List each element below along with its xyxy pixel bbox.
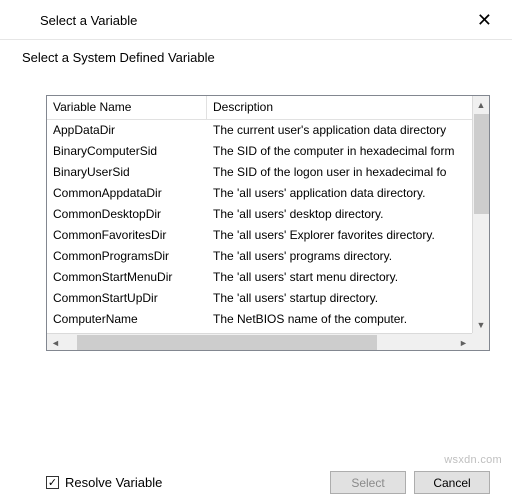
- variable-listview[interactable]: Variable Name Description AppDataDir The…: [46, 95, 490, 351]
- cell-variable-description: The SID of the logon user in hexadecimal…: [207, 162, 472, 183]
- column-header-name[interactable]: Variable Name: [47, 96, 207, 119]
- scroll-right-arrow-icon[interactable]: ►: [455, 334, 472, 351]
- cell-variable-description: The SID of the computer in hexadecimal f…: [207, 141, 472, 162]
- watermark-text: wsxdn.com: [444, 454, 502, 466]
- cell-variable-name: BinaryComputerSid: [47, 141, 207, 162]
- dialog-subheading: Select a System Defined Variable: [0, 40, 512, 65]
- vertical-scrollbar[interactable]: ▲ ▼: [472, 96, 489, 333]
- checkmark-icon: ✓: [46, 476, 59, 489]
- table-row[interactable]: ComputerName The NetBIOS name of the com…: [47, 309, 472, 330]
- cell-variable-description: The 'all users' programs directory.: [207, 246, 472, 267]
- horizontal-scrollbar[interactable]: ◄ ►: [47, 333, 472, 350]
- table-row[interactable]: CommonDesktopDir The 'all users' desktop…: [47, 204, 472, 225]
- scroll-left-arrow-icon[interactable]: ◄: [47, 334, 64, 351]
- table-row[interactable]: CommonProgramsDir The 'all users' progra…: [47, 246, 472, 267]
- table-row[interactable]: BinaryUserSid The SID of the logon user …: [47, 162, 472, 183]
- listview-header: Variable Name Description: [47, 96, 472, 120]
- dialog-titlebar: Select a Variable ✕: [0, 0, 512, 37]
- cell-variable-description: The NetBIOS name of the computer.: [207, 309, 472, 330]
- scroll-up-arrow-icon[interactable]: ▲: [473, 96, 489, 113]
- cell-variable-description: The current user's application data dire…: [207, 120, 472, 141]
- select-button: Select: [330, 471, 406, 494]
- cell-variable-name: BinaryUserSid: [47, 162, 207, 183]
- horizontal-scroll-thumb[interactable]: [77, 335, 377, 350]
- table-row[interactable]: CommonAppdataDir The 'all users' applica…: [47, 183, 472, 204]
- resolve-variable-checkbox[interactable]: ✓ Resolve Variable: [46, 475, 162, 490]
- cell-variable-description: The 'all users' start menu directory.: [207, 267, 472, 288]
- cell-variable-name: ComputerName: [47, 309, 207, 330]
- cell-variable-description: The 'all users' application data directo…: [207, 183, 472, 204]
- button-label: Cancel: [433, 476, 470, 490]
- vertical-scroll-thumb[interactable]: [474, 114, 489, 214]
- table-row[interactable]: CommonStartUpDir The 'all users' startup…: [47, 288, 472, 309]
- scroll-corner: [472, 333, 489, 350]
- column-header-description[interactable]: Description: [207, 96, 472, 119]
- table-row[interactable]: CommonStartMenuDir The 'all users' start…: [47, 267, 472, 288]
- cell-variable-description: The 'all users' Explorer favorites direc…: [207, 225, 472, 246]
- cell-variable-description: The 'all users' desktop directory.: [207, 204, 472, 225]
- checkbox-label: Resolve Variable: [65, 475, 162, 490]
- cell-variable-name: CommonAppdataDir: [47, 183, 207, 204]
- button-label: Select: [351, 476, 384, 490]
- cell-variable-name: AppDataDir: [47, 120, 207, 141]
- cell-variable-name: CommonStartUpDir: [47, 288, 207, 309]
- cancel-button[interactable]: Cancel: [414, 471, 490, 494]
- cell-variable-description: The 'all users' startup directory.: [207, 288, 472, 309]
- table-row[interactable]: AppDataDir The current user's applicatio…: [47, 120, 472, 141]
- cell-variable-name: CommonFavoritesDir: [47, 225, 207, 246]
- dialog-title: Select a Variable: [40, 13, 137, 28]
- close-icon[interactable]: ✕: [469, 8, 500, 33]
- cell-variable-name: CommonStartMenuDir: [47, 267, 207, 288]
- table-row[interactable]: BinaryComputerSid The SID of the compute…: [47, 141, 472, 162]
- cell-variable-name: CommonProgramsDir: [47, 246, 207, 267]
- cell-variable-name: CommonDesktopDir: [47, 204, 207, 225]
- scroll-down-arrow-icon[interactable]: ▼: [473, 316, 489, 333]
- table-row[interactable]: CommonFavoritesDir The 'all users' Explo…: [47, 225, 472, 246]
